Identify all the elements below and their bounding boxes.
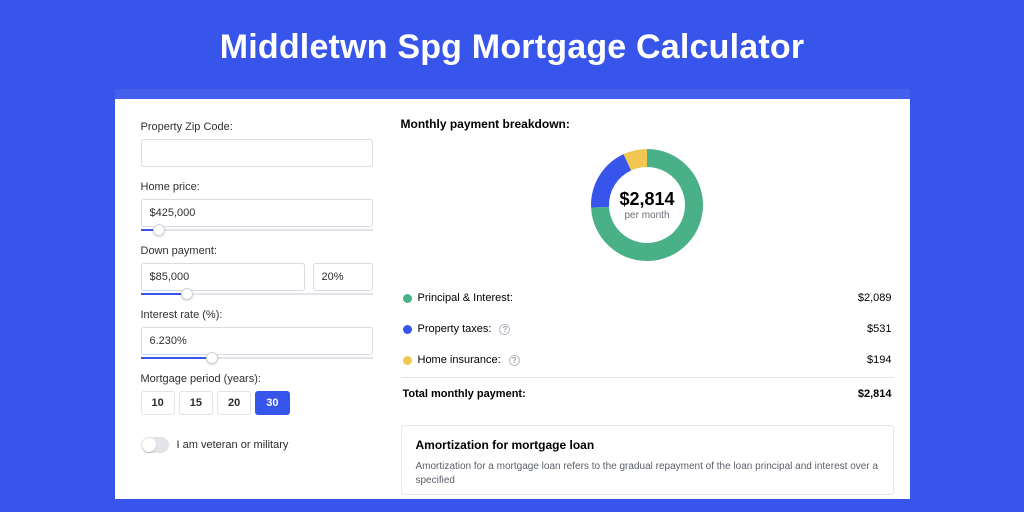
donut-chart: $2,814 per month	[583, 141, 711, 269]
down-payment-input[interactable]	[141, 263, 305, 291]
breakdown-title: Monthly payment breakdown:	[401, 117, 894, 131]
form-panel: Property Zip Code: Home price: Down paym…	[115, 99, 395, 499]
breakdown-row-text: Property taxes:	[418, 323, 492, 335]
interest-input[interactable]	[141, 327, 373, 355]
veteran-toggle[interactable]	[141, 437, 169, 453]
card-outer: Property Zip Code: Home price: Down paym…	[115, 89, 910, 499]
donut-center-sub: per month	[624, 210, 669, 221]
total-row: Total monthly payment: $2,814	[401, 377, 894, 409]
down-payment-slider[interactable]	[141, 293, 373, 295]
info-icon[interactable]: ?	[499, 324, 510, 335]
period-group: Mortgage period (years): 10152030	[141, 373, 373, 415]
home-price-slider[interactable]	[141, 229, 373, 231]
info-icon[interactable]: ?	[509, 355, 520, 366]
zip-label: Property Zip Code:	[141, 121, 373, 133]
breakdown-row-text: Principal & Interest:	[418, 292, 513, 304]
amortization-box: Amortization for mortgage loan Amortizat…	[401, 425, 894, 495]
interest-slider-thumb[interactable]	[206, 352, 218, 364]
page-title: Middletwn Spg Mortgage Calculator	[0, 0, 1024, 89]
breakdown-row-label: Principal & Interest:	[403, 292, 513, 304]
interest-label: Interest rate (%):	[141, 309, 373, 321]
breakdown-row-amount: $2,089	[858, 292, 892, 304]
period-btn-20[interactable]: 20	[217, 391, 251, 415]
total-amount: $2,814	[858, 388, 892, 400]
zip-input[interactable]	[141, 139, 373, 167]
breakdown-row-amount: $194	[867, 354, 891, 366]
home-price-slider-thumb[interactable]	[153, 224, 165, 236]
period-btn-15[interactable]: 15	[179, 391, 213, 415]
home-price-group: Home price:	[141, 181, 373, 231]
legend-dot-icon	[403, 356, 412, 365]
period-label: Mortgage period (years):	[141, 373, 373, 385]
down-payment-pct-input[interactable]	[313, 263, 373, 291]
calculator-card: Property Zip Code: Home price: Down paym…	[115, 99, 910, 499]
down-payment-slider-thumb[interactable]	[181, 288, 193, 300]
breakdown-row-text: Home insurance:	[418, 354, 501, 366]
donut-wrap: $2,814 per month	[401, 141, 894, 269]
veteran-toggle-knob	[142, 438, 156, 452]
breakdown-row-label: Property taxes:?	[403, 323, 511, 335]
amortization-heading: Amortization for mortgage loan	[416, 438, 879, 452]
legend-dot-icon	[403, 325, 412, 334]
interest-group: Interest rate (%):	[141, 309, 373, 359]
breakdown-row: Property taxes:? $531	[401, 313, 894, 344]
legend-dot-icon	[403, 294, 412, 303]
interest-slider-fill	[141, 357, 213, 359]
zip-group: Property Zip Code:	[141, 121, 373, 167]
veteran-toggle-row: I am veteran or military	[141, 437, 373, 453]
amortization-body: Amortization for a mortgage loan refers …	[416, 460, 879, 488]
breakdown-row: Principal & Interest: $2,089	[401, 283, 894, 313]
home-price-input[interactable]	[141, 199, 373, 227]
down-payment-label: Down payment:	[141, 245, 373, 257]
breakdown-row: Home insurance:? $194	[401, 344, 894, 375]
period-btn-30[interactable]: 30	[255, 391, 289, 415]
breakdown-row-amount: $531	[867, 323, 891, 335]
breakdown-rows: Principal & Interest: $2,089 Property taxe…	[401, 283, 894, 375]
breakdown-panel: Monthly payment breakdown: $2,814 per mo…	[395, 99, 910, 499]
period-btn-10[interactable]: 10	[141, 391, 175, 415]
home-price-label: Home price:	[141, 181, 373, 193]
interest-slider[interactable]	[141, 357, 373, 359]
donut-center: $2,814 per month	[583, 141, 711, 269]
donut-center-value: $2,814	[619, 189, 674, 210]
total-label: Total monthly payment:	[403, 388, 526, 400]
veteran-toggle-label: I am veteran or military	[177, 439, 289, 451]
breakdown-row-label: Home insurance:?	[403, 354, 520, 366]
period-buttons: 10152030	[141, 391, 373, 415]
down-payment-group: Down payment:	[141, 245, 373, 295]
